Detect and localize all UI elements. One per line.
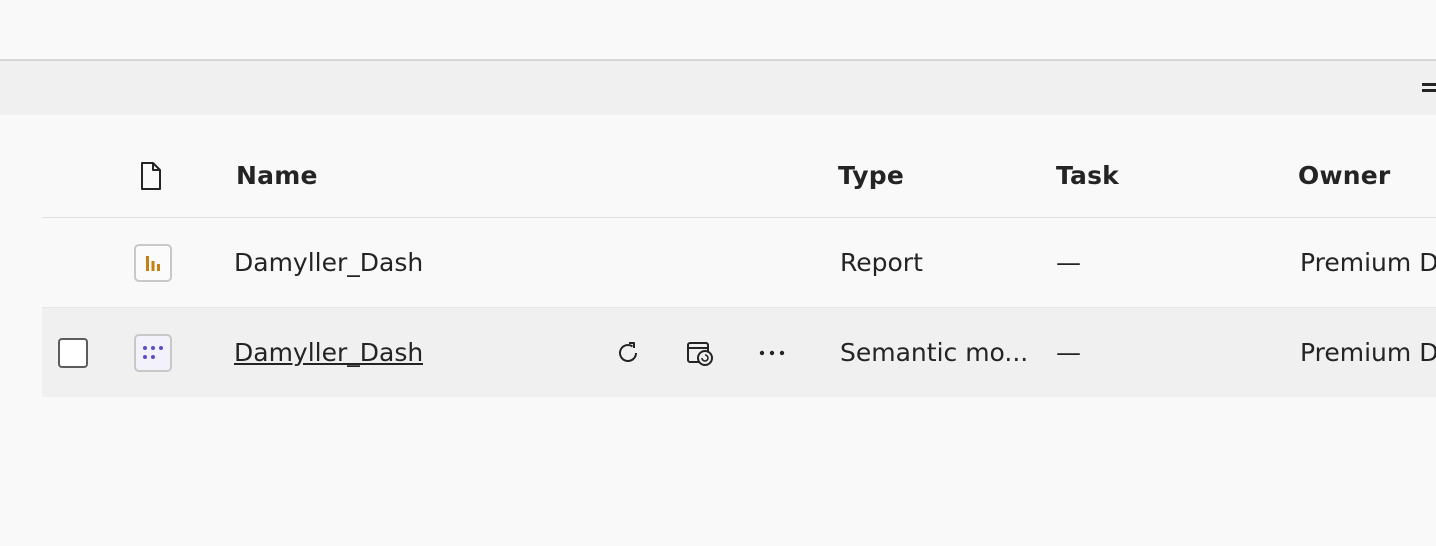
item-name[interactable]: Damyller_Dash: [234, 218, 423, 307]
top-area: [0, 0, 1436, 59]
toolbar-band: [0, 59, 1436, 115]
schedule-refresh-icon[interactable]: [684, 337, 716, 369]
item-type: Semantic mo...: [840, 338, 1029, 367]
owner-column-header[interactable]: Owner: [1298, 134, 1390, 217]
item-name-link[interactable]: Damyller_Dash: [234, 308, 423, 397]
report-icon: [134, 218, 172, 307]
row-select-checkbox[interactable]: [58, 308, 88, 397]
type-column-header[interactable]: Type: [838, 134, 904, 217]
item-task: —: [1056, 338, 1081, 367]
items-table: Name Type Task Owner Damyller_Dash Repor…: [42, 134, 1436, 397]
list-view-icon[interactable]: [1422, 83, 1436, 93]
refresh-icon[interactable]: [612, 337, 644, 369]
item-owner: Premium D: [1300, 248, 1436, 277]
task-column-header[interactable]: Task: [1056, 134, 1119, 217]
item-owner: Premium D: [1300, 338, 1436, 367]
table-row[interactable]: Damyller_Dash Report — Premium D: [42, 218, 1436, 308]
table-header-row: Name Type Task Owner: [42, 134, 1436, 218]
schedule-refresh-button[interactable]: [684, 308, 716, 397]
more-options-button[interactable]: [756, 308, 788, 397]
more-options-icon[interactable]: [756, 337, 788, 369]
name-column-header[interactable]: Name: [236, 134, 318, 217]
table-row[interactable]: Damyller_Dash Semantic mo... — Premium D: [42, 308, 1436, 397]
refresh-button[interactable]: [612, 308, 644, 397]
semantic-model-icon: [134, 308, 172, 397]
item-type: Report: [840, 248, 923, 277]
item-task: —: [1056, 248, 1081, 277]
file-type-header-icon: [138, 134, 164, 217]
